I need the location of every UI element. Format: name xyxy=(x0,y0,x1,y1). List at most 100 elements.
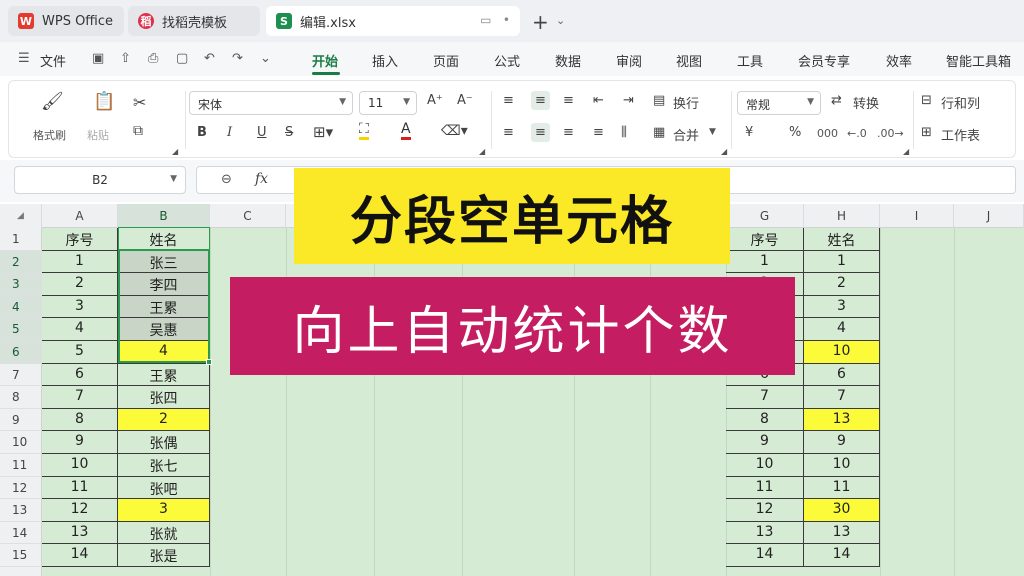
function-icon[interactable]: fx xyxy=(255,171,268,187)
currency-button[interactable]: ¥ xyxy=(745,125,753,140)
number-format-select[interactable]: 常规 ▼ xyxy=(737,91,821,115)
table-cell-seq[interactable]: 6 xyxy=(42,363,118,387)
merge-icon[interactable]: ▦ xyxy=(653,125,665,140)
table-cell-seq[interactable]: 12 xyxy=(726,499,804,522)
hamburger-menu-icon[interactable]: ☰ xyxy=(18,51,30,66)
row-header[interactable]: 5 xyxy=(0,318,42,341)
column-header-g[interactable]: G xyxy=(726,204,804,228)
table-cell-seq[interactable]: 9 xyxy=(42,431,118,454)
table-cell-name[interactable]: 3 xyxy=(118,499,210,522)
table-cell-name[interactable]: 李四 xyxy=(118,273,210,296)
scissors-icon[interactable]: ✂ xyxy=(133,93,146,112)
column-header-i[interactable]: I xyxy=(880,204,954,228)
decrease-decimal-button[interactable]: .00→ xyxy=(877,127,904,140)
table-cell-count[interactable]: 10 xyxy=(804,454,880,477)
align-left-icon[interactable]: ≡ xyxy=(503,125,514,140)
table-cell-name[interactable]: 2 xyxy=(118,408,210,432)
table-cell-name[interactable]: 4 xyxy=(118,341,210,364)
worksheet-icon[interactable]: ⊞ xyxy=(921,125,932,140)
table-cell-count[interactable]: 6 xyxy=(804,363,880,387)
row-header[interactable]: 10 xyxy=(0,431,42,454)
table-cell-count[interactable]: 13 xyxy=(804,521,880,545)
column-header-c[interactable]: C xyxy=(210,204,286,228)
indent-decrease-icon[interactable]: ⇤ xyxy=(593,93,604,108)
table-cell-seq[interactable]: 7 xyxy=(42,386,118,409)
menu-insert[interactable]: 插入 xyxy=(372,51,398,70)
table-cell-seq[interactable]: 12 xyxy=(42,499,118,522)
fill-handle[interactable] xyxy=(206,359,212,365)
paste-icon[interactable]: 📋 xyxy=(93,91,115,112)
table-cell-seq[interactable]: 10 xyxy=(42,454,118,477)
font-color-icon[interactable]: A xyxy=(401,121,411,140)
zoom-icon[interactable]: ⊖ xyxy=(221,172,232,187)
increase-decimal-button[interactable]: ←.0 xyxy=(847,127,867,140)
table-cell-count[interactable]: 4 xyxy=(804,318,880,341)
strikethrough-button[interactable]: S xyxy=(285,125,293,140)
select-all-corner[interactable]: ◢ xyxy=(0,204,42,228)
header-cell-name[interactable]: 姓名 xyxy=(804,228,880,251)
row-header[interactable]: 6 xyxy=(0,341,42,364)
paste-button[interactable]: 粘贴 xyxy=(87,127,109,143)
tab-template-store[interactable]: 稻 找稻壳模板 xyxy=(128,6,260,36)
table-cell-seq[interactable]: 9 xyxy=(726,431,804,454)
menu-tools[interactable]: 工具 xyxy=(737,51,763,70)
column-header-a[interactable]: A xyxy=(42,204,118,228)
table-cell-name[interactable]: 张七 xyxy=(118,454,210,477)
justify-icon[interactable]: ≡ xyxy=(593,125,604,140)
decrease-font-icon[interactable]: A⁻ xyxy=(457,93,473,108)
group-expand-icon[interactable]: ◢ xyxy=(172,147,178,156)
row-header[interactable]: 12 xyxy=(0,477,42,500)
table-cell-count[interactable]: 30 xyxy=(804,499,880,522)
row-header[interactable]: 1 xyxy=(0,228,42,251)
thousands-separator-button[interactable]: 000 xyxy=(817,127,838,140)
table-cell-name[interactable]: 张是 xyxy=(118,544,210,567)
convert-button[interactable]: 转换 xyxy=(853,93,879,112)
row-header[interactable]: 7 xyxy=(0,364,42,387)
table-cell-count[interactable]: 2 xyxy=(804,273,880,296)
indent-increase-icon[interactable]: ⇥ xyxy=(623,93,634,108)
row-header[interactable]: 15 xyxy=(0,544,42,567)
group-expand-icon[interactable]: ◢ xyxy=(479,147,485,156)
menu-member[interactable]: 会员专享 xyxy=(798,51,850,70)
row-header[interactable]: 3 xyxy=(0,273,42,296)
table-cell-seq[interactable]: 8 xyxy=(42,408,118,432)
table-cell-count[interactable]: 3 xyxy=(804,295,880,319)
group-expand-icon[interactable]: ◢ xyxy=(903,147,909,156)
tab-wps-office[interactable]: W WPS Office xyxy=(8,6,124,36)
align-top-icon[interactable]: ≡ xyxy=(503,93,514,108)
font-size-select[interactable]: 11 ▼ xyxy=(359,91,417,115)
format-painter-button[interactable]: 格式刷 xyxy=(33,127,66,143)
menu-file[interactable]: 文件 xyxy=(40,51,66,70)
header-cell-seq[interactable]: 序号 xyxy=(726,228,804,251)
table-cell-count[interactable]: 1 xyxy=(804,250,880,274)
table-cell-seq[interactable]: 7 xyxy=(726,386,804,409)
menu-smart-toolbox[interactable]: 智能工具箱 xyxy=(946,51,1011,70)
table-cell-seq[interactable]: 10 xyxy=(726,454,804,477)
name-box[interactable]: B2 ▼ xyxy=(14,166,186,194)
row-col-icon[interactable]: ⊟ xyxy=(921,93,932,108)
tab-window-icon[interactable]: ▭ • xyxy=(480,13,510,27)
menu-data[interactable]: 数据 xyxy=(555,51,581,70)
table-cell-seq[interactable]: 13 xyxy=(726,521,804,545)
table-cell-name[interactable]: 王累 xyxy=(118,295,210,319)
column-header-h[interactable]: H xyxy=(804,204,880,228)
table-cell-count[interactable]: 10 xyxy=(804,341,880,364)
table-cell-name[interactable]: 张三 xyxy=(118,250,210,274)
align-bottom-icon[interactable]: ≡ xyxy=(563,93,574,108)
table-cell-count[interactable]: 11 xyxy=(804,476,880,500)
header-cell-seq[interactable]: 序号 xyxy=(42,228,118,251)
bold-button[interactable]: B xyxy=(197,125,207,140)
align-center-icon[interactable]: ≡ xyxy=(531,123,550,142)
table-cell-seq[interactable]: 11 xyxy=(42,476,118,500)
menu-formula[interactable]: 公式 xyxy=(494,51,520,70)
wrap-text-icon[interactable]: ▤ xyxy=(653,93,665,108)
eraser-icon[interactable]: ⌫▾ xyxy=(441,123,468,139)
row-header[interactable]: 14 xyxy=(0,522,42,545)
convert-icon[interactable]: ⇄ xyxy=(831,93,842,108)
wrap-text-button[interactable]: 换行 xyxy=(673,93,699,112)
row-header[interactable]: 9 xyxy=(0,409,42,432)
table-cell-seq[interactable]: 1 xyxy=(42,250,118,274)
menu-page[interactable]: 页面 xyxy=(433,51,459,70)
undo-icon[interactable]: ↶ xyxy=(204,51,215,66)
border-icon[interactable]: ⊞▾ xyxy=(313,123,333,141)
